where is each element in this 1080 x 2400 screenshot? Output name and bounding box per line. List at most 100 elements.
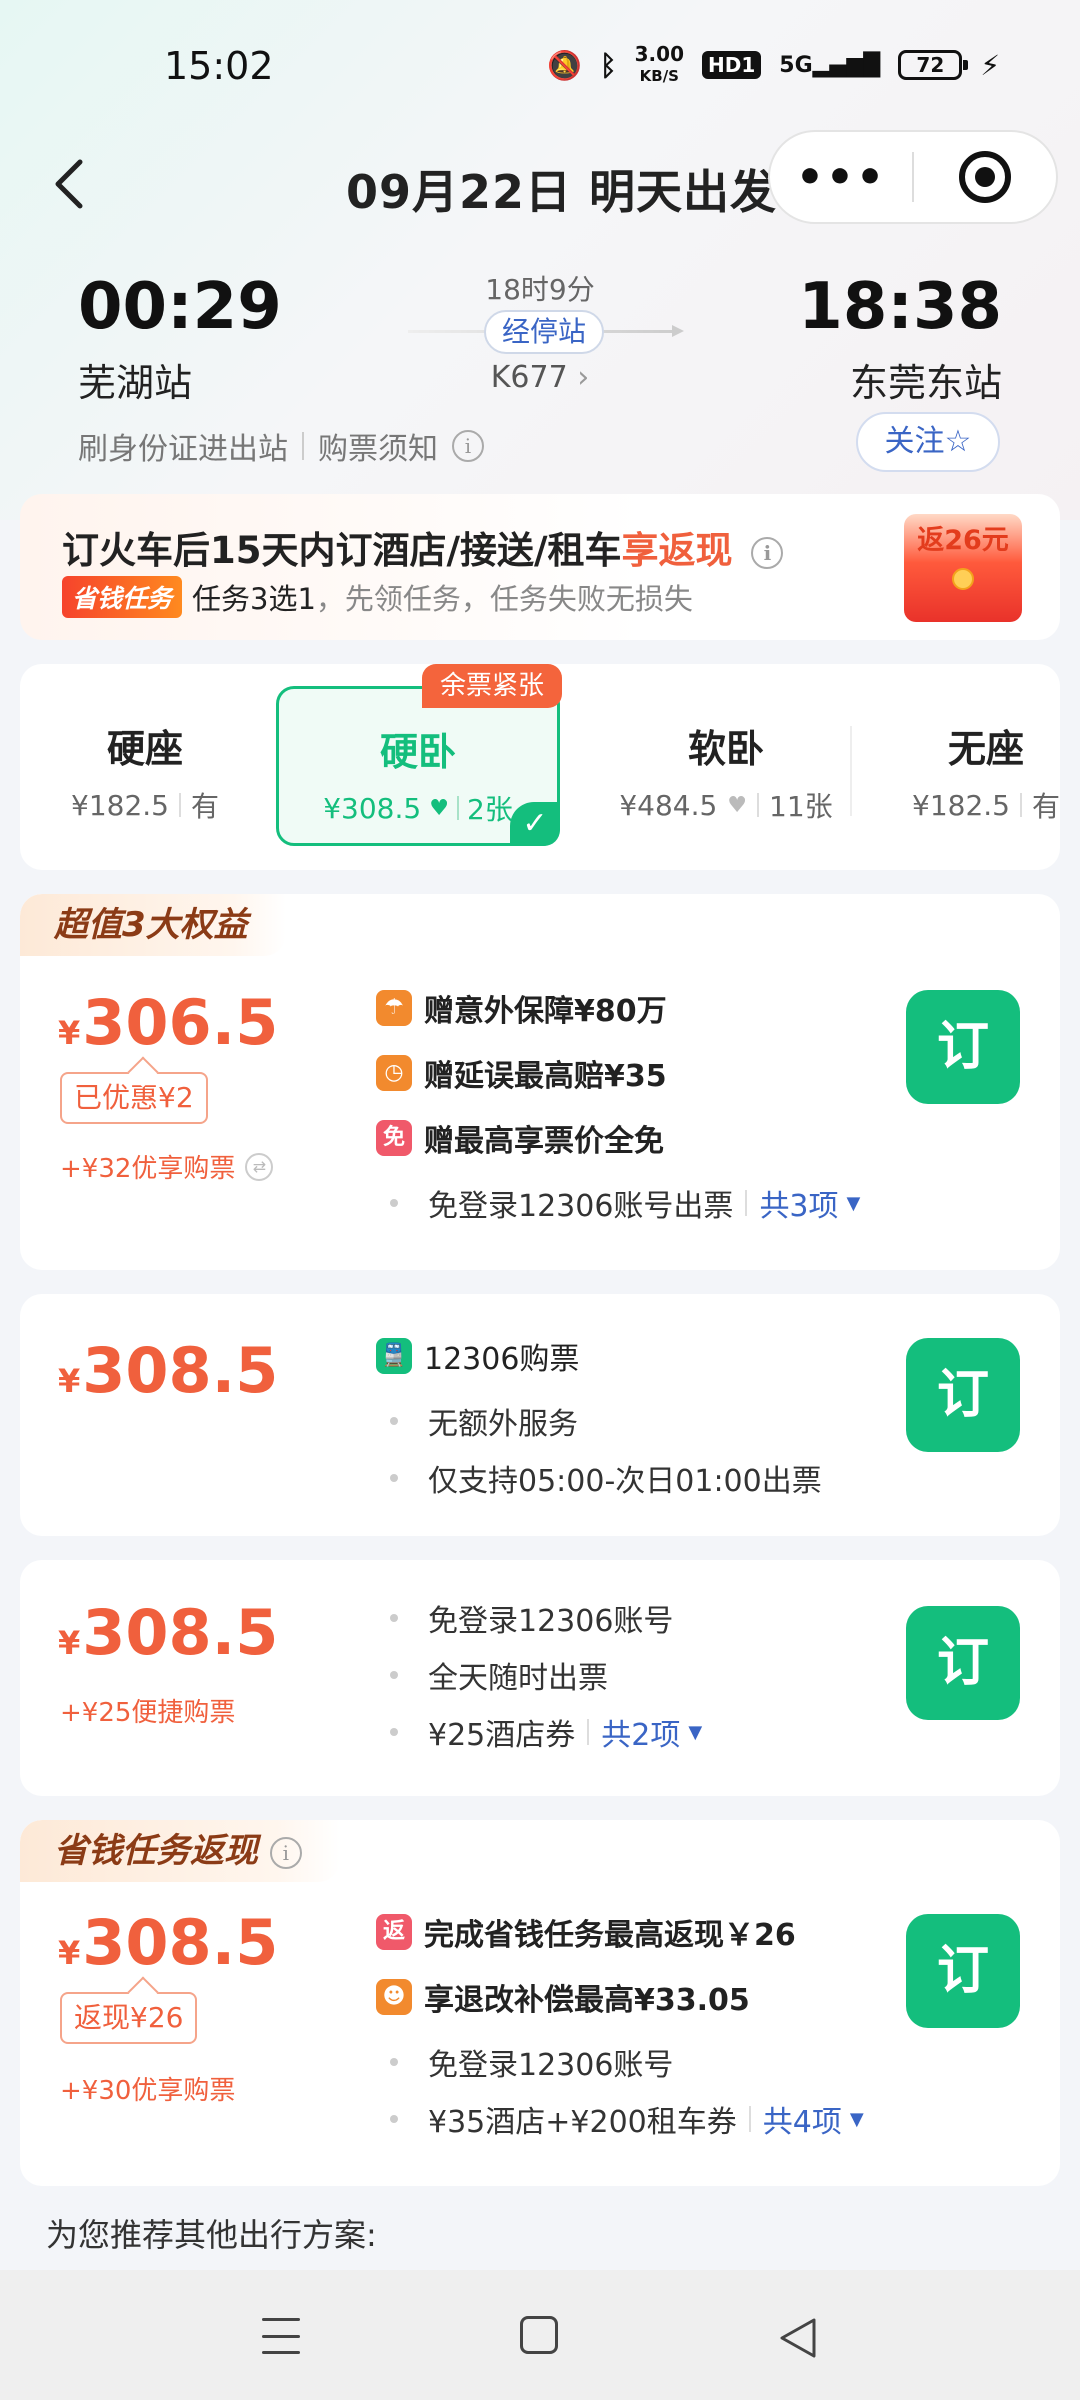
- cashback-promo-banner[interactable]: 订火车后15天内订酒店/接送/租车享返现 i 省钱任务 任务3选1，先领任务，任…: [20, 494, 1060, 640]
- seat-availability: 有: [190, 790, 219, 823]
- seat-tab-soft-sleeper[interactable]: 软卧 ¥484.5 ♥ 11张: [586, 718, 866, 828]
- refund-icon: ☻: [376, 1979, 412, 2015]
- bullet-text: 免登录12306账号出票: [428, 1189, 734, 1224]
- info-icon[interactable]: i: [452, 430, 484, 462]
- offer-tag: 超值3大权益: [20, 894, 286, 956]
- seat-price: ¥484.5: [619, 788, 718, 822]
- bullet-item: 免登录12306账号: [376, 2040, 864, 2084]
- currency-symbol: ¥: [58, 1624, 81, 1662]
- bullet-item: 全天随时出票: [376, 1653, 702, 1697]
- ticket-notice-link[interactable]: 购票须知: [318, 424, 438, 468]
- bullet-text: 仅支持05:00-次日01:00出票: [428, 1464, 822, 1499]
- red-packet-text: 返26元: [917, 525, 1009, 556]
- charging-icon: ⚡: [980, 48, 1000, 82]
- offer-card-convenient: ¥308.5 +¥25便捷购票 免登录12306账号 全天随时出票 ¥25酒店券…: [20, 1560, 1060, 1796]
- system-nav-bar: [0, 2270, 1080, 2400]
- savings-task-badge: 省钱任务: [62, 576, 183, 618]
- seat-type-selector: 余票紧张 硬座 ¥182.5 有 硬卧 ¥308.5 ♥ 2张 ✓ 软卧 ¥484.5…: [20, 664, 1060, 870]
- extra-fee-text: +¥25便捷购票: [60, 1698, 236, 1728]
- book-button[interactable]: 订: [906, 990, 1020, 1104]
- currency-symbol: ¥: [58, 1014, 81, 1052]
- benefit-text: 12306购票: [424, 1342, 580, 1377]
- bullet-item: ¥25酒店券 共2项 ▼: [376, 1710, 702, 1754]
- mute-bell-icon: 🔕: [546, 48, 582, 82]
- offer-tag-text: 省钱任务返现: [54, 1831, 258, 1871]
- close-mini-program-button[interactable]: [914, 151, 1056, 203]
- price-value: 308.5: [82, 1596, 279, 1669]
- id-entry-text: 刷身份证进出站: [78, 432, 288, 467]
- more-items-link[interactable]: 共3项 ▼: [733, 1181, 860, 1225]
- departure-station: 芜湖站: [78, 361, 193, 405]
- signal-label: 5G: [779, 52, 813, 78]
- seat-availability: 2张: [466, 793, 513, 826]
- more-icon[interactable]: •••: [770, 152, 912, 203]
- offer-price: ¥306.5: [58, 986, 278, 1059]
- currency-symbol: ¥: [58, 1934, 81, 1972]
- seat-price: ¥308.5: [323, 791, 422, 825]
- benefit-text: 完成省钱任务最高返现￥26: [424, 1918, 796, 1953]
- promo-sub-strong: 任务3选1: [192, 582, 316, 616]
- more-items-link[interactable]: 共2项 ▼: [575, 1710, 702, 1754]
- bullet-text: 全天随时出票: [428, 1661, 608, 1696]
- bullet-item: ¥35酒店+¥200租车券 共4项 ▼: [376, 2097, 864, 2141]
- more-items-label: 共2项: [601, 1718, 681, 1753]
- seat-price: ¥182.5: [71, 788, 169, 822]
- info-icon[interactable]: i: [269, 1836, 302, 1869]
- extra-fee-note[interactable]: +¥25便捷购票: [60, 1692, 235, 1729]
- offer-card-12306: ¥308.5 🚆 12306购票 无额外服务 仅支持05:00-次日01:00出票…: [20, 1294, 1060, 1536]
- benefit-list: 免登录12306账号 全天随时出票 ¥25酒店券 共2项 ▼: [376, 1596, 702, 1767]
- top-bar: 09月22日 明天出发 •••: [0, 130, 1080, 240]
- offer-tag: 省钱任务返现 i: [20, 1820, 340, 1882]
- book-button[interactable]: 订: [906, 1338, 1020, 1452]
- follow-label: 关注: [884, 424, 945, 459]
- seat-availability: 有: [1031, 790, 1060, 823]
- trip-duration: 18时9分: [485, 273, 595, 306]
- book-button[interactable]: 订: [906, 1606, 1020, 1720]
- chevron-right-icon: ›: [577, 360, 590, 395]
- seat-name: 无座: [947, 727, 1024, 771]
- train-icon: 🚆: [376, 1338, 412, 1374]
- mini-program-capsule: •••: [768, 130, 1058, 224]
- seat-tab-no-seat[interactable]: 无座 ¥182.5 有: [886, 718, 1060, 828]
- heart-icon: ♥: [429, 795, 449, 821]
- cashback-badge: 返现¥26: [60, 1992, 198, 2044]
- target-icon: [958, 151, 1011, 203]
- battery-icon: 72: [898, 50, 969, 80]
- caret-down-icon: ▼: [688, 1721, 703, 1743]
- menu-icon[interactable]: [262, 2318, 306, 2354]
- offer-card-cashback: 省钱任务返现 i ¥308.5 返现¥26 +¥30优享购票 返完成省钱任务最高…: [20, 1820, 1060, 2186]
- promo-subtitle: 省钱任务 任务3选1，先领任务，任务失败无损失: [62, 576, 693, 618]
- seat-name: 软卧: [687, 727, 764, 771]
- promo-title: 订火车后15天内订酒店/接送/租车享返现 i: [62, 520, 784, 574]
- ticket-info-row: 刷身份证进出站 购票须知 i: [78, 424, 484, 468]
- net-speed-value: 3.00: [634, 42, 684, 66]
- benefit-text: 赠延误最高赔¥35: [424, 1059, 667, 1094]
- benefit-list: 🚆 12306购票 无额外服务 仅支持05:00-次日01:00出票: [376, 1334, 822, 1513]
- benefit-list: ☂ 赠意外保障¥80万 ◷ 赠延误最高赔¥35 免赠最高享票价全免 免登录12306…: [376, 986, 860, 1238]
- train-number[interactable]: K677 ›: [440, 360, 640, 395]
- benefit-text: 赠最高享票价全免: [424, 1124, 664, 1159]
- benefit-item: ◷ 赠延误最高赔¥35: [376, 1051, 860, 1095]
- follow-button[interactable]: 关注☆: [856, 412, 1000, 472]
- bullet-item: 仅支持05:00-次日01:00出票: [376, 1456, 822, 1500]
- bullet-item: 无额外服务: [376, 1399, 822, 1443]
- caret-down-icon: ▼: [849, 2108, 864, 2130]
- benefit-item: ☻ 享退改补偿最高¥33.05: [376, 1975, 864, 2019]
- info-icon[interactable]: i: [751, 536, 784, 569]
- bullet-text: 无额外服务: [428, 1407, 578, 1442]
- free-icon: 免: [376, 1120, 412, 1156]
- tickets-scarce-tag: 余票紧张: [422, 664, 562, 708]
- net-speed: 3.00 KB/S: [635, 44, 684, 86]
- seat-tab-hard-sleeper[interactable]: 硬卧 ¥308.5 ♥ 2张 ✓: [276, 686, 560, 846]
- extra-fee-note[interactable]: +¥30优享购票: [60, 2070, 235, 2107]
- more-items-link[interactable]: 共4项 ▼: [737, 2097, 864, 2141]
- seat-tab-hard-seat[interactable]: 硬座 ¥182.5 有: [40, 718, 250, 828]
- back-button[interactable]: [40, 154, 100, 214]
- home-icon[interactable]: [520, 2316, 558, 2354]
- book-button[interactable]: 订: [906, 1914, 1020, 2028]
- price-value: 308.5: [82, 1334, 279, 1407]
- benefit-item: 🚆 12306购票: [376, 1334, 822, 1378]
- discount-badge: 已优惠¥2: [60, 1072, 208, 1124]
- extra-fee-note[interactable]: +¥32优享购票 ⇄: [60, 1148, 274, 1185]
- stops-button[interactable]: 经停站: [484, 310, 604, 354]
